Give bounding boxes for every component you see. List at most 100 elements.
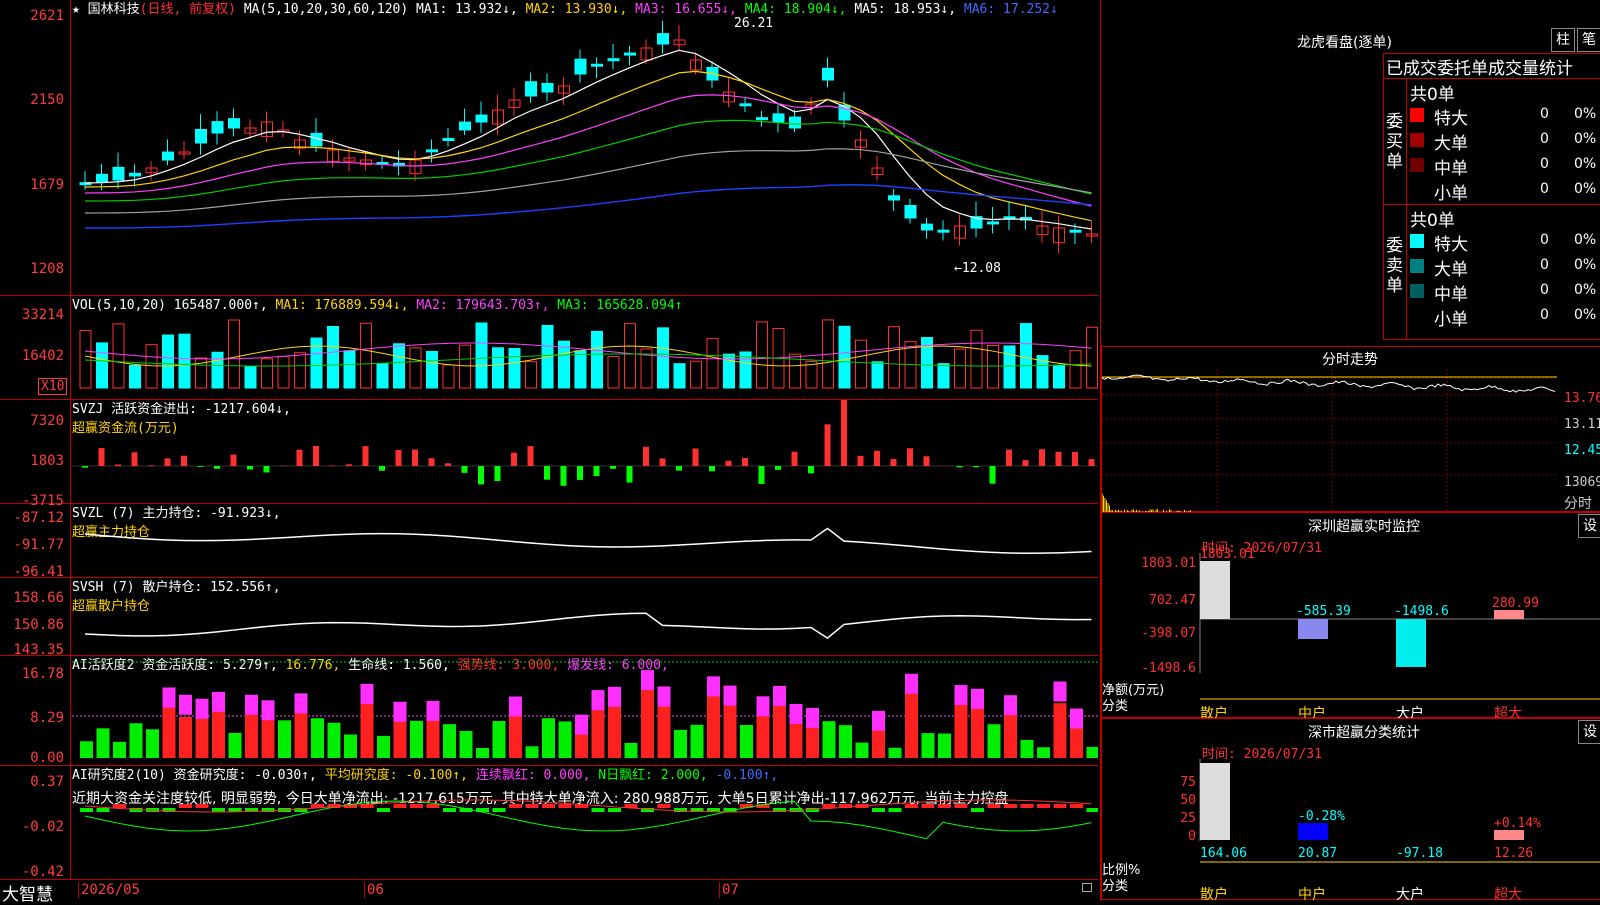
volume-bar	[575, 351, 586, 388]
volume-bar	[691, 361, 702, 388]
main-holding-chart[interactable]	[72, 504, 1098, 577]
flow-bar	[313, 446, 319, 466]
activity-bar	[493, 721, 506, 758]
y-tick: 33214	[22, 308, 64, 322]
flow-bar	[1072, 452, 1078, 466]
activity-bar	[905, 689, 918, 758]
order-pct: 0%	[1574, 156, 1596, 172]
volume-bar	[608, 357, 619, 388]
research-chart[interactable]	[72, 766, 1098, 879]
volume-bar	[278, 356, 289, 388]
candle	[905, 205, 916, 218]
research-bar	[1004, 804, 1017, 808]
volume-panel[interactable]: 33214 16402 X10 VOL(5,10,20) 165487.000↑…	[0, 296, 1098, 400]
intraday-panel[interactable]: 分时走势 13.76 13.11 12.45 13069 分时	[1101, 346, 1600, 512]
date-label: 2026/05	[78, 882, 140, 898]
date-label: 07	[719, 882, 739, 898]
activity-bar	[1021, 740, 1034, 758]
flow-bar	[181, 456, 187, 466]
bar-mode-button[interactable]: 柱	[1551, 28, 1575, 52]
y-tick: 16.78	[22, 667, 64, 681]
activity-bar	[80, 741, 93, 758]
order-count: 0	[1540, 232, 1549, 248]
order-pct: 0%	[1574, 181, 1596, 197]
y-tick: -1498.6	[1141, 661, 1196, 676]
volume-y-axis: 33214 16402 X10	[0, 296, 71, 399]
ai-active-panel[interactable]: 16.78 8.29 0.00 AI活跃度2 资金活跃度: 5.279↑, 16…	[0, 656, 1098, 766]
y-tick: 0.37	[30, 775, 64, 789]
activity-bar	[146, 729, 159, 758]
research-bar	[212, 808, 225, 812]
activity-bar	[971, 705, 984, 758]
research-bar	[988, 804, 1001, 808]
activity-bar-top	[707, 676, 720, 696]
category-label: 散户	[1200, 886, 1228, 901]
candlestick-chart[interactable]	[72, 0, 1098, 295]
activity-bar	[608, 706, 621, 758]
longhu-tab-header[interactable]: 已成交委托单成交量统计	[1386, 54, 1573, 79]
y-tick: 0.00	[30, 751, 64, 765]
svzl-panel[interactable]: -87.12 -91.77 -96.41 SVZL (7) 主力持仓: -91.…	[0, 504, 1098, 578]
y-tick: 702.47	[1149, 593, 1196, 608]
flow-bar	[396, 450, 402, 466]
net-amount-bar	[1494, 610, 1524, 619]
activity-bar-top	[724, 686, 737, 706]
activity-bar-top	[509, 697, 522, 717]
kline-panel[interactable]: 2621 2150 1679 1208 ★ 国林科技(日线, 前复权) MA(5…	[0, 0, 1098, 296]
candle	[922, 224, 933, 230]
activity-bar-top	[872, 711, 885, 731]
research-bar	[658, 804, 671, 808]
flow-bar	[330, 465, 336, 466]
legend-swatch	[1410, 309, 1424, 323]
volume-bar	[872, 362, 883, 388]
intraday-chart[interactable]	[1102, 347, 1600, 513]
order-pct: 0%	[1574, 257, 1596, 273]
flow-bar	[594, 466, 600, 476]
order-size-label: 中单	[1434, 154, 1468, 179]
flow-bar	[1006, 450, 1012, 466]
flow-bar	[1089, 459, 1095, 466]
activity-bar	[179, 717, 192, 758]
flow-bar	[148, 465, 154, 466]
volume-bar	[856, 340, 867, 388]
activity-bar-top	[196, 699, 209, 719]
y-tick: 25	[1180, 811, 1196, 826]
research-bar	[889, 808, 902, 812]
research-bar	[938, 804, 951, 808]
flow-bar	[82, 466, 88, 468]
fund-flow-chart[interactable]	[72, 400, 1098, 503]
research-bar	[872, 808, 885, 812]
candle	[542, 83, 553, 92]
pen-mode-button[interactable]: 笔	[1577, 28, 1600, 52]
svsh-panel[interactable]: 158.66 150.86 143.35 SVSH (7) 散户持仓: 152.…	[0, 578, 1098, 656]
research-bar	[179, 804, 192, 808]
svzj-panel[interactable]: 7320 1803 -3715 SVZJ 活跃资金进出: -1217.604↓,…	[0, 400, 1098, 504]
volume-bar	[955, 349, 966, 388]
y-tick: -96.41	[13, 565, 64, 579]
lock-icon[interactable]	[1082, 883, 1092, 892]
activity-bar	[526, 746, 539, 758]
y-tick: -0.02	[22, 820, 64, 834]
legend-swatch	[1410, 133, 1424, 147]
activity-bar	[1037, 747, 1050, 758]
ma5-line	[85, 149, 1092, 213]
research-bar	[443, 808, 456, 812]
candle	[757, 118, 768, 120]
net-amount-bar	[1200, 561, 1230, 619]
order-size-label: 小单	[1434, 179, 1468, 204]
volume-bar	[410, 348, 421, 388]
activity-chart[interactable]	[72, 656, 1098, 765]
net-amount-chart[interactable]: 1803.01702.47-398.07-1498.61803.01散户-585…	[1102, 513, 1600, 719]
activity-bar	[361, 701, 374, 758]
flow-bar	[577, 466, 583, 480]
holding-line	[85, 528, 1092, 553]
activity-bar-top	[1070, 709, 1083, 729]
volume-chart[interactable]	[72, 296, 1098, 399]
y-tick: 50	[1180, 793, 1196, 808]
ai-research-panel[interactable]: 0.37 -0.02 -0.42 AI研究度2(10) 资金研究度: -0.03…	[0, 766, 1098, 880]
candle	[526, 82, 537, 96]
research-bar	[559, 804, 572, 808]
activity-bar	[856, 743, 869, 758]
ratio-chart[interactable]: 7550250-0.28%+0.14%164.06散户20.87中户-97.18…	[1102, 719, 1600, 901]
retail-holding-chart[interactable]	[72, 578, 1098, 655]
